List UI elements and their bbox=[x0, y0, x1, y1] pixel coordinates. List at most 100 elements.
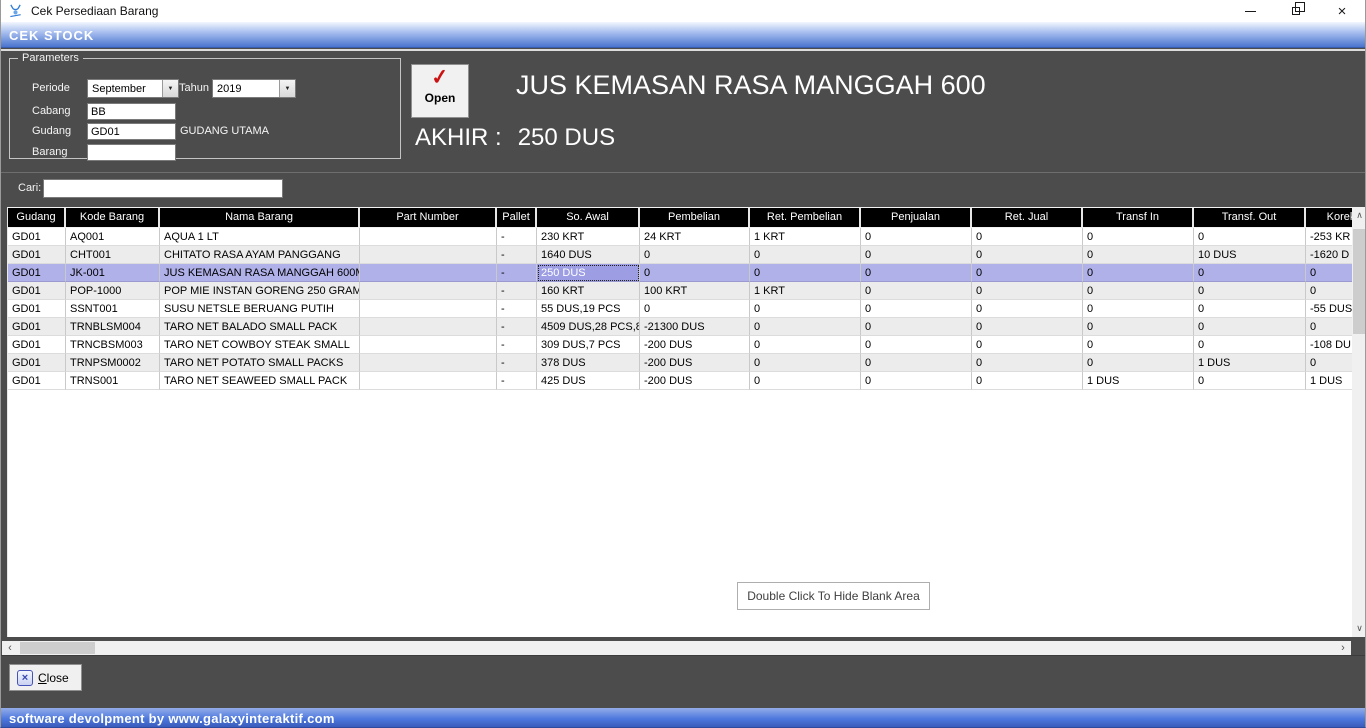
cell[interactable]: 0 bbox=[1083, 264, 1194, 282]
cell[interactable]: - bbox=[497, 264, 537, 282]
column-header-ret-pembelian[interactable]: Ret. Pembelian bbox=[750, 208, 861, 227]
cell[interactable]: 0 bbox=[861, 228, 972, 246]
scroll-up-icon[interactable]: ∧ bbox=[1352, 207, 1366, 224]
cell[interactable]: TRNPSM0002 bbox=[66, 354, 160, 372]
cell[interactable]: CHITATO RASA AYAM PANGGANG bbox=[160, 246, 360, 264]
cell[interactable]: POP MIE INSTAN GORENG 250 GRAM @ bbox=[160, 282, 360, 300]
scroll-down-icon[interactable]: ∨ bbox=[1352, 620, 1366, 637]
column-header-kode-barang[interactable]: Kode Barang bbox=[66, 208, 160, 227]
cell[interactable]: 0 bbox=[640, 246, 750, 264]
chevron-down-icon[interactable]: ▼ bbox=[162, 80, 178, 97]
cell[interactable]: SSNT001 bbox=[66, 300, 160, 318]
cell[interactable]: 0 bbox=[972, 318, 1083, 336]
cell[interactable]: - bbox=[497, 300, 537, 318]
cell[interactable]: SUSU NETSLE BERUANG PUTIH bbox=[160, 300, 360, 318]
cell[interactable]: 250 DUS bbox=[537, 264, 640, 282]
cell[interactable]: 0 bbox=[1306, 264, 1352, 282]
cell[interactable]: 0 bbox=[750, 264, 861, 282]
cell[interactable]: 0 bbox=[1083, 336, 1194, 354]
cell[interactable]: GD01 bbox=[8, 282, 66, 300]
cell[interactable] bbox=[360, 264, 497, 282]
cell[interactable]: 0 bbox=[750, 336, 861, 354]
scroll-left-icon[interactable]: ‹ bbox=[2, 641, 18, 655]
cell[interactable]: 0 bbox=[1083, 300, 1194, 318]
tahun-dropdown[interactable]: 2019 ▼ bbox=[212, 79, 296, 98]
cell[interactable]: GD01 bbox=[8, 336, 66, 354]
hide-blank-area-button[interactable]: Double Click To Hide Blank Area bbox=[737, 582, 930, 610]
cell[interactable]: JK-001 bbox=[66, 264, 160, 282]
horizontal-scrollbar[interactable]: ‹ › bbox=[2, 641, 1351, 655]
cell[interactable]: - bbox=[497, 336, 537, 354]
restore-button[interactable] bbox=[1273, 0, 1319, 22]
cell[interactable]: 0 bbox=[1306, 282, 1352, 300]
cell[interactable]: CHT001 bbox=[66, 246, 160, 264]
cell[interactable]: - bbox=[497, 282, 537, 300]
cell[interactable]: 0 bbox=[972, 300, 1083, 318]
cell[interactable]: 0 bbox=[640, 300, 750, 318]
cell[interactable]: GD01 bbox=[8, 246, 66, 264]
cell[interactable]: 1 KRT bbox=[750, 228, 861, 246]
cell[interactable]: 0 bbox=[750, 246, 861, 264]
cell[interactable]: 0 bbox=[1306, 354, 1352, 372]
column-header-transf-out[interactable]: Transf. Out bbox=[1194, 208, 1306, 227]
column-header-transf-in[interactable]: Transf In bbox=[1083, 208, 1194, 227]
cell[interactable]: 0 bbox=[1083, 282, 1194, 300]
table-row[interactable]: GD01SSNT001SUSU NETSLE BERUANG PUTIH-55 … bbox=[8, 300, 1352, 318]
cell[interactable]: 0 bbox=[1194, 228, 1306, 246]
cell[interactable]: GD01 bbox=[8, 318, 66, 336]
cell[interactable]: TRNBLSM004 bbox=[66, 318, 160, 336]
cell[interactable]: 309 DUS,7 PCS bbox=[537, 336, 640, 354]
cell[interactable]: - bbox=[497, 246, 537, 264]
cell[interactable]: 0 bbox=[1194, 300, 1306, 318]
cell[interactable]: 0 bbox=[1194, 264, 1306, 282]
cell[interactable]: -253 KR bbox=[1306, 228, 1352, 246]
cell[interactable]: 0 bbox=[972, 372, 1083, 390]
cell[interactable]: 0 bbox=[1083, 318, 1194, 336]
cell[interactable]: 10 DUS bbox=[1194, 246, 1306, 264]
table-row[interactable]: GD01TRNCBSM003TARO NET COWBOY STEAK SMAL… bbox=[8, 336, 1352, 354]
column-header-nama-barang[interactable]: Nama Barang bbox=[160, 208, 360, 227]
cell[interactable]: 0 bbox=[972, 264, 1083, 282]
cell[interactable]: GD01 bbox=[8, 264, 66, 282]
cell[interactable]: 0 bbox=[861, 372, 972, 390]
cell[interactable]: 0 bbox=[750, 354, 861, 372]
vertical-scrollbar-thumb[interactable] bbox=[1353, 229, 1366, 334]
cell[interactable]: 1 DUS bbox=[1194, 354, 1306, 372]
cell[interactable]: 230 KRT bbox=[537, 228, 640, 246]
cell[interactable]: 0 bbox=[1194, 336, 1306, 354]
table-row[interactable]: GD01TRNPSM0002TARO NET POTATO SMALL PACK… bbox=[8, 354, 1352, 372]
gudang-field[interactable] bbox=[87, 123, 176, 140]
cell[interactable]: GD01 bbox=[8, 300, 66, 318]
column-header-koreksi[interactable]: Koreksi bbox=[1306, 208, 1352, 227]
column-header-pembelian[interactable]: Pembelian bbox=[640, 208, 750, 227]
cell[interactable]: GD01 bbox=[8, 354, 66, 372]
cell[interactable]: 0 bbox=[750, 300, 861, 318]
cabang-field[interactable] bbox=[87, 103, 176, 120]
cell[interactable]: -108 DU bbox=[1306, 336, 1352, 354]
cell[interactable]: GD01 bbox=[8, 372, 66, 390]
cell[interactable] bbox=[360, 372, 497, 390]
cell[interactable] bbox=[360, 282, 497, 300]
cell[interactable]: 1640 DUS bbox=[537, 246, 640, 264]
cell[interactable]: TRNCBSM003 bbox=[66, 336, 160, 354]
cell[interactable]: - bbox=[497, 354, 537, 372]
cell[interactable]: -200 DUS bbox=[640, 336, 750, 354]
cell[interactable]: GD01 bbox=[8, 228, 66, 246]
barang-field[interactable] bbox=[87, 144, 176, 161]
cell[interactable]: POP-1000 bbox=[66, 282, 160, 300]
chevron-down-icon[interactable]: ▼ bbox=[279, 80, 295, 97]
cell[interactable]: AQUA 1 LT bbox=[160, 228, 360, 246]
column-header-penjualan[interactable]: Penjualan bbox=[861, 208, 972, 227]
table-row[interactable]: GD01TRNBLSM004TARO NET BALADO SMALL PACK… bbox=[8, 318, 1352, 336]
cell[interactable]: 100 KRT bbox=[640, 282, 750, 300]
cell[interactable] bbox=[360, 228, 497, 246]
table-row[interactable]: GD01TRNS001TARO NET SEAWEED SMALL PACK-4… bbox=[8, 372, 1352, 390]
cell[interactable]: 0 bbox=[972, 246, 1083, 264]
cell[interactable]: 0 bbox=[861, 246, 972, 264]
column-header-part-number[interactable]: Part Number bbox=[360, 208, 497, 227]
cell[interactable]: 0 bbox=[861, 336, 972, 354]
cell[interactable]: TARO NET COWBOY STEAK SMALL bbox=[160, 336, 360, 354]
cell[interactable]: TARO NET POTATO SMALL PACKS bbox=[160, 354, 360, 372]
cell[interactable]: - bbox=[497, 318, 537, 336]
table-row[interactable]: GD01JK-001JUS KEMASAN RASA MANGGAH 600ML… bbox=[8, 264, 1352, 282]
